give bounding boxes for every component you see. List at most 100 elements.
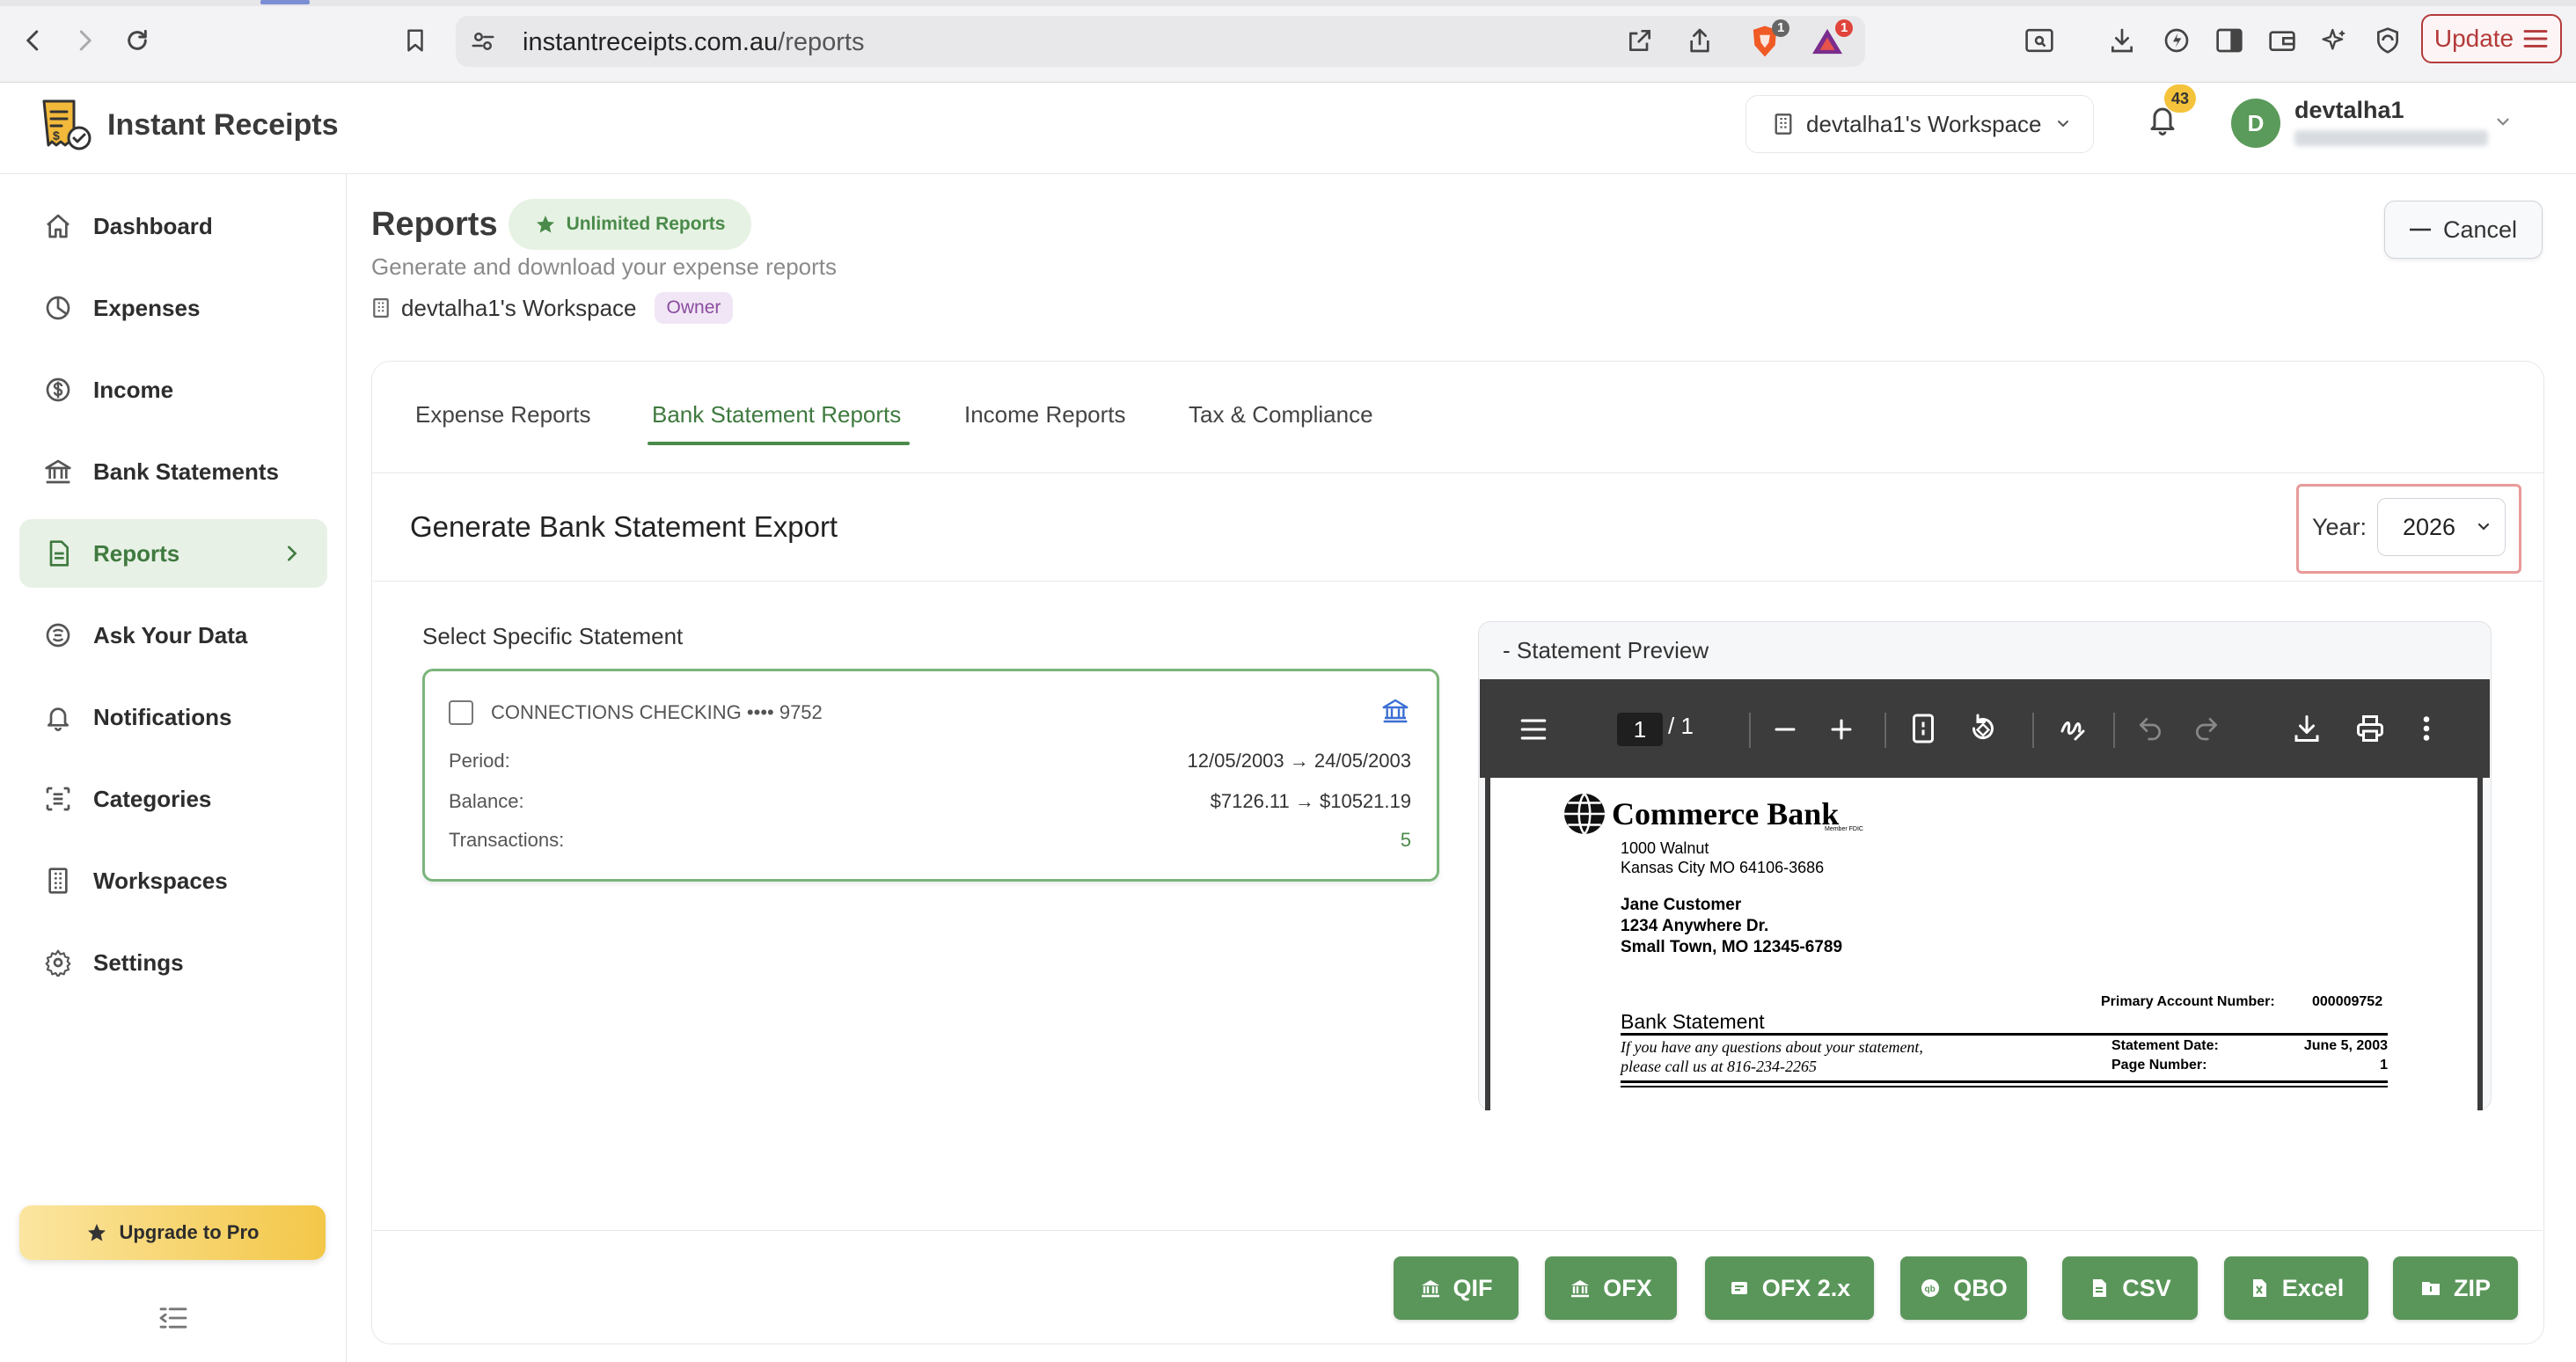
toolbar-divider (2032, 713, 2034, 748)
building-icon (48, 868, 68, 894)
download-icon[interactable] (2103, 21, 2141, 60)
draw-icon[interactable] (2057, 713, 2089, 744)
pdf-page-input[interactable]: 1 (1617, 713, 1663, 746)
undo-icon[interactable] (2136, 714, 2164, 743)
export-format-icon: qb (1921, 1279, 1940, 1297)
account-number-label: Primary Account Number: (2101, 994, 2275, 1009)
bookmark-icon[interactable] (396, 21, 435, 60)
export-label: Excel (2281, 1274, 2345, 1301)
sidebar-item-settings[interactable]: Settings (19, 928, 327, 997)
building-icon (1775, 114, 1792, 135)
url-text[interactable]: instantreceipts.com.au/reports (523, 28, 864, 57)
sidebar-item-label: Categories (93, 785, 212, 812)
sidebar-item-workspaces[interactable]: Workspaces (19, 846, 327, 915)
sidebar-item-categories[interactable]: Categories (19, 765, 327, 833)
export-label: OFX (1603, 1274, 1652, 1301)
sidebar-toggle-icon[interactable] (2210, 21, 2249, 60)
tab-income-reports[interactable]: Income Reports (964, 401, 1126, 428)
pdf-page-total: / 1 (1668, 713, 1694, 739)
cancel-button[interactable]: Cancel (2384, 201, 2543, 259)
preview-title[interactable]: - Statement Preview (1503, 637, 1709, 664)
chevron-right-icon (288, 546, 297, 561)
unlimited-reports-label: Unlimited Reports (566, 214, 726, 234)
tab-strip (0, 0, 2576, 6)
page-subtitle: Generate and download your expense repor… (371, 253, 838, 280)
update-button[interactable]: Update (2421, 14, 2562, 63)
rule (1621, 1080, 2388, 1083)
reload-icon[interactable] (118, 21, 157, 60)
forward-icon[interactable] (65, 21, 104, 60)
sidebar-item-notifications[interactable]: Notifications (19, 683, 327, 751)
shield-count-badge: 1 (1772, 19, 1790, 37)
brand[interactable]: $ Instant Receipts (39, 97, 339, 153)
rule (1621, 1086, 2388, 1087)
url-path: /reports (778, 28, 865, 56)
tab-bank-statement-reports[interactable]: Bank Statement Reports (652, 401, 901, 428)
export-format-icon (1571, 1280, 1590, 1298)
address-bar[interactable]: instantreceipts.com.au/reports 1 1 (456, 16, 1865, 67)
balance-value: $7126.11 → $10521.19 (1210, 790, 1411, 812)
export-label: QBO (1953, 1274, 2008, 1301)
star-icon (536, 216, 554, 233)
zoom-out-icon[interactable] (1770, 714, 1800, 744)
pdf-download-icon[interactable] (2291, 713, 2323, 744)
sidebar-item-dashboard[interactable]: Dashboard (19, 192, 327, 260)
leo-ai-icon[interactable] (2316, 21, 2354, 60)
username[interactable]: devtalha1 (2294, 97, 2404, 124)
export-ofx-button[interactable]: OFX (1545, 1256, 1677, 1320)
fit-page-icon[interactable] (1911, 713, 1936, 744)
user-menu-chevron-icon[interactable] (2493, 113, 2513, 132)
export-label: ZIP (2453, 1274, 2491, 1301)
export-qif-button[interactable]: QIF (1394, 1256, 1519, 1320)
statement-checkbox[interactable] (449, 700, 473, 725)
export-ofx-2-x-button[interactable]: OFX 2.x (1705, 1256, 1874, 1320)
bank-name: Commerce Bank (1612, 796, 1840, 831)
sidebar-item-ask-your-data[interactable]: Ask Your Data (19, 601, 327, 670)
transactions-label: Transactions: (449, 829, 565, 851)
upgrade-label: Upgrade to Pro (119, 1221, 260, 1243)
rotate-icon[interactable] (1967, 713, 1999, 744)
active-tab-underline (648, 442, 910, 445)
sidebar-item-reports[interactable]: Reports (19, 519, 327, 588)
workspace-switcher[interactable]: devtalha1's Workspace (1745, 95, 2094, 153)
export-zip-button[interactable]: ZIP (2393, 1256, 2518, 1320)
reader-icon[interactable] (2020, 21, 2059, 60)
export-format-icon (2252, 1279, 2266, 1297)
account-name: CONNECTIONS CHECKING •••• 9752 (491, 701, 823, 723)
browser-toolbar: instantreceipts.com.au/reports 1 1 Updat… (0, 0, 2576, 83)
redo-icon[interactable] (2192, 714, 2221, 743)
tab-tax-compliance[interactable]: Tax & Compliance (1189, 401, 1373, 428)
export-excel-button[interactable]: Excel (2224, 1256, 2368, 1320)
vpn-icon[interactable] (2368, 21, 2407, 60)
avatar[interactable]: D (2231, 99, 2280, 148)
sidebar-item-label: Reports (93, 539, 180, 567)
share-icon[interactable] (1686, 26, 1714, 55)
wallet-icon[interactable] (2263, 21, 2302, 60)
rule (1621, 1033, 2388, 1036)
sidebar-item-label: Expenses (93, 294, 201, 321)
year-select[interactable]: 2026 (2377, 498, 2506, 556)
customer-address-1: 1234 Anywhere Dr. (1621, 917, 1769, 935)
zoom-in-icon[interactable] (1826, 714, 1856, 744)
site-settings-icon[interactable] (470, 28, 496, 55)
sidebar-item-expenses[interactable]: Expenses (19, 274, 327, 342)
pdf-menu-icon[interactable] (1519, 716, 1548, 743)
print-icon[interactable] (2354, 713, 2386, 744)
upgrade-to-pro-button[interactable]: Upgrade to Pro (19, 1205, 326, 1260)
period-value: 12/05/2003 → 24/05/2003 (1187, 750, 1411, 772)
tab-expense-reports[interactable]: Expense Reports (415, 401, 590, 428)
more-options-icon[interactable] (2421, 713, 2432, 744)
sidebar-item-label: Ask Your Data (93, 621, 248, 648)
toolbar-divider (1749, 713, 1751, 748)
export-format-icon (2093, 1279, 2107, 1297)
speedreader-icon[interactable] (2157, 21, 2196, 60)
collapse-sidebar-icon[interactable] (158, 1306, 188, 1330)
sidebar-item-label: Settings (93, 948, 184, 976)
export-csv-button[interactable]: CSV (2062, 1256, 2198, 1320)
back-icon[interactable] (14, 21, 53, 60)
open-external-icon[interactable] (1626, 26, 1654, 55)
toolbar-divider (2113, 713, 2115, 748)
sidebar-item-bank-statements[interactable]: Bank Statements (19, 437, 327, 506)
export-qbo-button[interactable]: qb QBO (1900, 1256, 2027, 1320)
sidebar-item-income[interactable]: Income (19, 355, 327, 424)
